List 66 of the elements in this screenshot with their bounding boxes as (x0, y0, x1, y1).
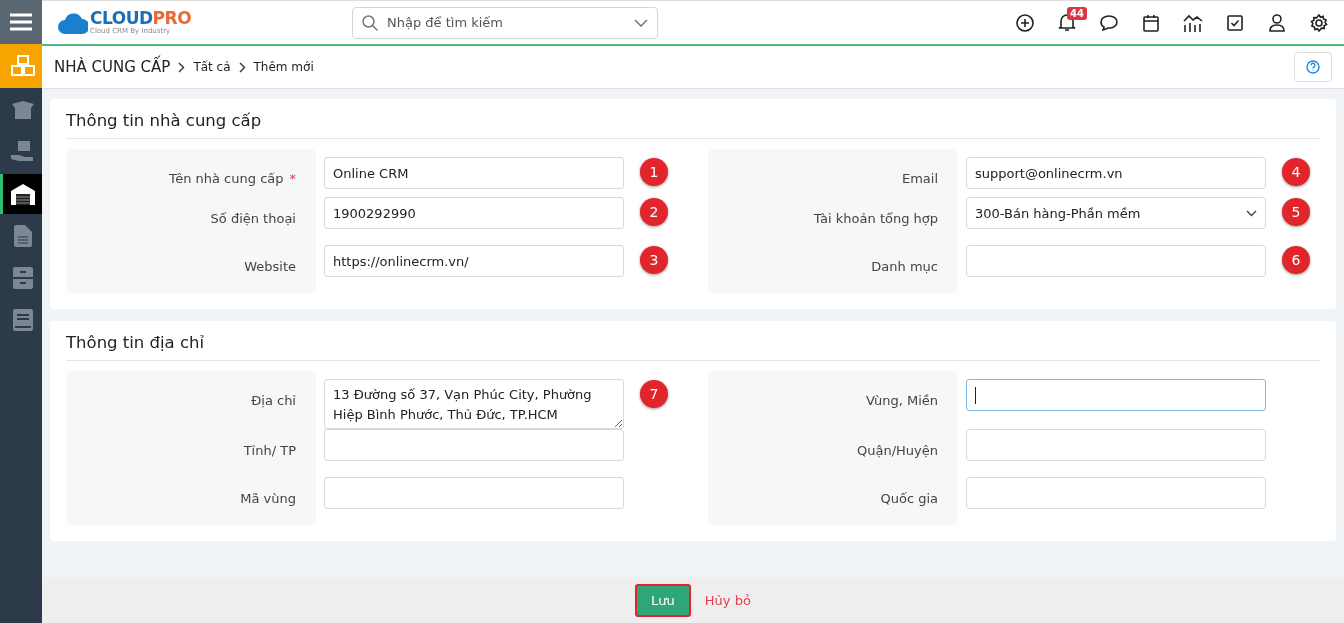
cubes-icon (9, 54, 36, 78)
input-field[interactable] (966, 477, 1266, 509)
field-label: Danh mục (871, 259, 938, 274)
input-field[interactable] (324, 477, 624, 509)
search-field[interactable]: Nhập để tìm kiếm (352, 6, 658, 39)
menu-button[interactable] (0, 0, 42, 44)
chevron-right-icon (238, 61, 246, 73)
input-field[interactable]: https://onlinecrm.vn/ (324, 245, 624, 277)
settings-icon (1310, 13, 1328, 32)
cloud-icon (58, 11, 88, 34)
field-label: Địa chỉ (251, 393, 296, 408)
input-field[interactable]: 1900292990 (324, 197, 624, 229)
hand-box-icon (10, 141, 35, 163)
document-icon (13, 225, 32, 247)
section-title: Thông tin nhà cung cấp (66, 99, 1320, 139)
field-label: Email (901, 171, 938, 186)
book-icon (12, 309, 33, 331)
input-field[interactable] (966, 429, 1266, 461)
notification-badge: 44 (1067, 6, 1087, 20)
input-field[interactable]: support@onlinecrm.vn (966, 157, 1266, 189)
help-button[interactable] (1294, 52, 1332, 82)
required-mark: * (289, 171, 296, 186)
calendar-icon (1143, 13, 1159, 32)
field-label: Tên nhà cung cấp (169, 171, 284, 186)
input-field[interactable] (966, 245, 1266, 277)
section-title: Thông tin địa chỉ (66, 321, 1320, 361)
user-icon (1269, 13, 1285, 32)
notifications-button[interactable]: 44 (1046, 2, 1088, 43)
plus-circle-icon (1016, 13, 1034, 32)
cancel-link[interactable]: Hủy bỏ (704, 592, 751, 608)
field-label: Tài khoản tổng hợp (813, 211, 938, 226)
step-marker: 1 (640, 158, 668, 186)
chevron-right-icon (178, 61, 186, 73)
chevron-down-icon (634, 18, 648, 27)
address-textarea[interactable]: 13 Đường số 37, Vạn Phúc City, Phường Hiệp Bình Phước, Thủ Đức, TP.HCM (324, 379, 624, 429)
field-label: Quận/Huyện (857, 443, 938, 458)
step-marker: 2 (640, 198, 668, 226)
breadcrumb-link[interactable]: Tất cả (193, 60, 231, 74)
breadcrumb-link[interactable]: Thêm mới (253, 60, 314, 74)
input-field[interactable] (324, 429, 624, 461)
step-marker: 6 (1282, 246, 1310, 274)
help-icon (1306, 60, 1320, 74)
field-label: Website (244, 259, 296, 274)
cabinet-icon (12, 267, 33, 289)
field-label: Tỉnh/ TP (243, 443, 296, 458)
menu-icon (10, 13, 32, 31)
checkbox-icon (1227, 14, 1243, 31)
step-marker: 4 (1282, 158, 1310, 186)
field-label: Quốc gia (880, 491, 938, 506)
step-marker: 3 (640, 246, 668, 274)
brand-name: CLOUDPRO (90, 10, 192, 27)
chat-icon (1100, 14, 1118, 31)
input-field[interactable]: Online CRM (324, 157, 624, 189)
select-field[interactable]: 300-Bán hàng-Phần mềm (966, 197, 1266, 229)
line-chart-icon (1183, 13, 1203, 32)
step-marker: 7 (640, 380, 668, 408)
search-icon (362, 14, 378, 31)
step-marker: 5 (1282, 198, 1310, 226)
field-label: Số điện thoại (210, 211, 296, 226)
warehouse-icon (9, 183, 36, 205)
chevron-down-icon (1246, 209, 1257, 217)
field-label: Vùng, Miền (865, 393, 938, 408)
sidebar-item[interactable] (0, 174, 42, 214)
input-field[interactable] (966, 379, 1266, 411)
field-label: Mã vùng (240, 491, 296, 506)
box-icon (10, 101, 35, 119)
